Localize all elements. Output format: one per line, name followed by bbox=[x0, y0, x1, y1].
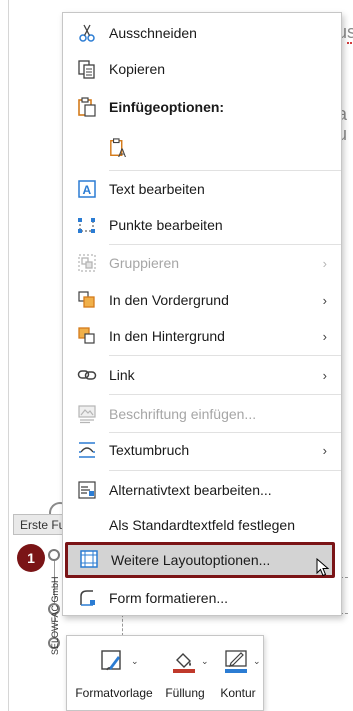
fill-bucket-icon bbox=[173, 653, 195, 673]
page-edge bbox=[8, 0, 9, 711]
submenu-arrow-icon: › bbox=[322, 292, 327, 308]
submenu-arrow-icon: › bbox=[322, 255, 327, 271]
menu-item-textumbruch[interactable]: Textumbruch › bbox=[63, 433, 341, 467]
chevron-down-icon: ⌄ bbox=[201, 656, 209, 666]
menu-separator bbox=[109, 170, 341, 171]
menu-item-punkte-bearbeiten[interactable]: Punkte bearbeiten bbox=[63, 208, 341, 242]
menu-item-label: Weitere Layoutoptionen... bbox=[111, 552, 271, 568]
paste-option-keep-text[interactable]: A bbox=[103, 131, 137, 165]
scissors-icon bbox=[79, 24, 95, 42]
toolbar-button-label: Formatvorlage bbox=[75, 686, 153, 700]
menu-item-label: Einfügeoptionen: bbox=[109, 99, 225, 115]
menu-item-layoutoptionen[interactable]: Weitere Layoutoptionen... bbox=[65, 542, 335, 578]
send-backward-icon bbox=[78, 327, 95, 344]
chevron-down-icon: ⌄ bbox=[253, 656, 261, 666]
menu-item-text-bearbeiten[interactable]: A Text bearbeiten bbox=[63, 172, 341, 206]
paste-text-only-icon: A bbox=[110, 138, 126, 158]
menu-item-label: Kopieren bbox=[109, 61, 166, 77]
toolbar-kontur-button[interactable]: ⌄ Kontur bbox=[213, 644, 263, 706]
style-brush-icon bbox=[101, 650, 121, 671]
menu-item-hintergrund[interactable]: In den Hintergrund › bbox=[63, 319, 341, 353]
footer-label: Erste Fu bbox=[13, 514, 69, 535]
copy-icon bbox=[78, 60, 95, 79]
svg-text:A: A bbox=[83, 183, 92, 197]
menu-item-label: Text bearbeiten bbox=[109, 181, 205, 197]
chevron-down-icon: ⌄ bbox=[131, 656, 139, 666]
menu-item-ausschneiden[interactable]: Ausschneiden bbox=[63, 16, 341, 50]
menu-item-label: Textumbruch bbox=[109, 442, 190, 458]
outline-pen-icon bbox=[225, 650, 247, 673]
menu-separator bbox=[109, 244, 341, 245]
insert-caption-icon bbox=[78, 405, 96, 424]
menu-item-label: Als Standardtextfeld festlegen bbox=[109, 517, 296, 533]
menu-item-label: Punkte bearbeiten bbox=[109, 217, 223, 233]
mouse-cursor-icon bbox=[316, 558, 330, 577]
bring-forward-icon bbox=[78, 291, 95, 308]
alt-text-icon bbox=[78, 481, 96, 499]
toolbar-fuellung-button[interactable]: ⌄ Füllung bbox=[159, 644, 211, 706]
menu-item-label: Form formatieren... bbox=[109, 590, 229, 606]
menu-item-standardtextfeld[interactable]: Als Standardtextfeld festlegen bbox=[63, 508, 341, 542]
submenu-arrow-icon: › bbox=[322, 328, 327, 344]
resize-handle[interactable] bbox=[48, 549, 60, 561]
submenu-arrow-icon: › bbox=[322, 367, 327, 383]
menu-item-gruppieren: Gruppieren › bbox=[63, 246, 341, 280]
toolbar-formatvorlage-button[interactable]: ⌄ Formatvorlage bbox=[71, 644, 157, 706]
menu-item-alternativtext[interactable]: Alternativtext bearbeiten... bbox=[63, 473, 341, 507]
menu-item-label: Beschriftung einfügen... bbox=[109, 406, 257, 422]
wrap-text-icon bbox=[79, 442, 95, 458]
menu-item-link[interactable]: Link › bbox=[63, 358, 341, 392]
toolbar-button-label: Füllung bbox=[165, 686, 205, 700]
menu-item-beschriftung: Beschriftung einfügen... bbox=[63, 397, 341, 431]
menu-item-vordergrund[interactable]: In den Vordergrund › bbox=[63, 283, 341, 317]
menu-separator bbox=[109, 355, 341, 356]
toolbar-button-label: Kontur bbox=[220, 686, 256, 700]
menu-item-einfuegeoptionen: Einfügeoptionen: bbox=[63, 90, 341, 124]
menu-item-label: In den Hintergrund bbox=[109, 328, 225, 344]
menu-separator bbox=[109, 394, 341, 395]
menu-item-kopieren[interactable]: Kopieren bbox=[63, 52, 341, 86]
submenu-arrow-icon: › bbox=[322, 442, 327, 458]
context-menu: Ausschneiden Kopieren Einfügeoptionen: A bbox=[62, 12, 342, 616]
edit-text-icon: A bbox=[78, 180, 96, 198]
step-badge: 1 bbox=[17, 544, 45, 572]
paste-icon bbox=[78, 97, 96, 117]
link-icon bbox=[77, 370, 97, 380]
group-icon bbox=[78, 254, 96, 272]
menu-item-label: Ausschneiden bbox=[109, 25, 197, 41]
menu-item-form-formatieren[interactable]: Form formatieren... bbox=[63, 581, 341, 615]
menu-item-label: Link bbox=[109, 367, 135, 383]
mini-toolbar: ⌄ Formatvorlage ⌄ Füllung ⌄ Kontur bbox=[66, 635, 264, 711]
menu-item-label: In den Vordergrund bbox=[109, 292, 229, 308]
edit-points-icon bbox=[78, 218, 95, 233]
menu-item-label: Gruppieren bbox=[109, 255, 180, 271]
format-shape-icon bbox=[80, 590, 95, 606]
menu-item-label: Alternativtext bearbeiten... bbox=[109, 482, 272, 498]
menu-separator bbox=[109, 470, 341, 471]
layout-options-icon bbox=[80, 550, 98, 568]
svg-text:A: A bbox=[118, 146, 126, 158]
